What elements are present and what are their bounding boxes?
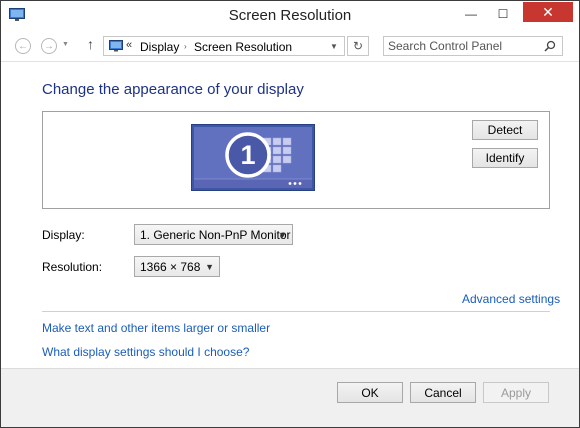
chevron-down-icon[interactable]: ▼ bbox=[330, 42, 338, 51]
display-label: Display: bbox=[42, 228, 85, 242]
search-input[interactable] bbox=[388, 38, 538, 54]
resolution-select[interactable]: 1366 × 768 ▼ bbox=[134, 256, 220, 277]
arrow-up-icon: ↑ bbox=[87, 36, 94, 52]
recent-locations-dropdown[interactable]: ▼ bbox=[62, 41, 69, 48]
monitor-number-label: 1 bbox=[240, 140, 255, 170]
screen-resolution-window: Screen Resolution — ☐ ✕ ← → ▼ ↑ « Displa… bbox=[0, 0, 580, 428]
detect-button[interactable]: Detect bbox=[472, 120, 538, 140]
breadcrumb-separator-icon[interactable]: › bbox=[184, 42, 187, 51]
title-bar: Screen Resolution — ☐ ✕ bbox=[1, 1, 579, 31]
display-select[interactable]: 1. Generic Non-PnP Monitor ▼ bbox=[134, 224, 293, 245]
main-content: Change the appearance of your display 1 bbox=[1, 61, 579, 369]
chevron-down-icon: ▼ bbox=[278, 230, 287, 240]
divider bbox=[42, 311, 550, 312]
monitor-1-tile[interactable]: 1 bbox=[191, 124, 315, 191]
forward-button[interactable]: → bbox=[41, 38, 57, 54]
identify-button[interactable]: Identify bbox=[472, 148, 538, 168]
minimize-button[interactable]: — bbox=[457, 3, 485, 25]
display-preview-panel: 1 Detect Identify bbox=[42, 111, 550, 209]
search-icon[interactable] bbox=[544, 40, 556, 52]
chevron-down-icon: ▼ bbox=[205, 262, 214, 272]
close-button[interactable]: ✕ bbox=[523, 2, 573, 22]
up-button[interactable]: ↑ bbox=[87, 36, 94, 52]
breadcrumb-screen-resolution[interactable]: Screen Resolution bbox=[194, 40, 292, 54]
resolution-select-value: 1366 × 768 bbox=[140, 260, 201, 274]
maximize-button[interactable]: ☐ bbox=[489, 3, 517, 25]
cancel-button[interactable]: Cancel bbox=[410, 382, 476, 403]
address-bar[interactable]: « Display › Screen Resolution ▼ bbox=[103, 36, 345, 56]
ok-button[interactable]: OK bbox=[337, 382, 403, 403]
arrow-left-icon: ← bbox=[18, 40, 28, 52]
advanced-settings-link[interactable]: Advanced settings bbox=[462, 292, 560, 306]
search-box[interactable] bbox=[383, 36, 563, 56]
breadcrumb-display[interactable]: Display bbox=[140, 40, 179, 54]
address-overflow-chevron[interactable]: « bbox=[126, 39, 132, 51]
refresh-icon: ↻ bbox=[352, 39, 364, 53]
control-panel-icon bbox=[109, 40, 123, 52]
resolution-label: Resolution: bbox=[42, 260, 103, 274]
navigation-bar: ← → ▼ ↑ « Display › Screen Resolution ▼ … bbox=[1, 31, 579, 61]
arrow-right-icon: → bbox=[44, 40, 54, 52]
text-size-link[interactable]: Make text and other items larger or smal… bbox=[42, 321, 270, 335]
display-settings-help-link[interactable]: What display settings should I choose? bbox=[42, 345, 249, 359]
back-button[interactable]: ← bbox=[15, 38, 31, 54]
page-heading: Change the appearance of your display bbox=[42, 81, 304, 98]
apply-button[interactable]: Apply bbox=[483, 382, 549, 403]
footer-divider bbox=[1, 368, 579, 369]
refresh-button[interactable]: ↻ bbox=[347, 36, 369, 56]
display-select-value: 1. Generic Non-PnP Monitor bbox=[140, 228, 291, 242]
